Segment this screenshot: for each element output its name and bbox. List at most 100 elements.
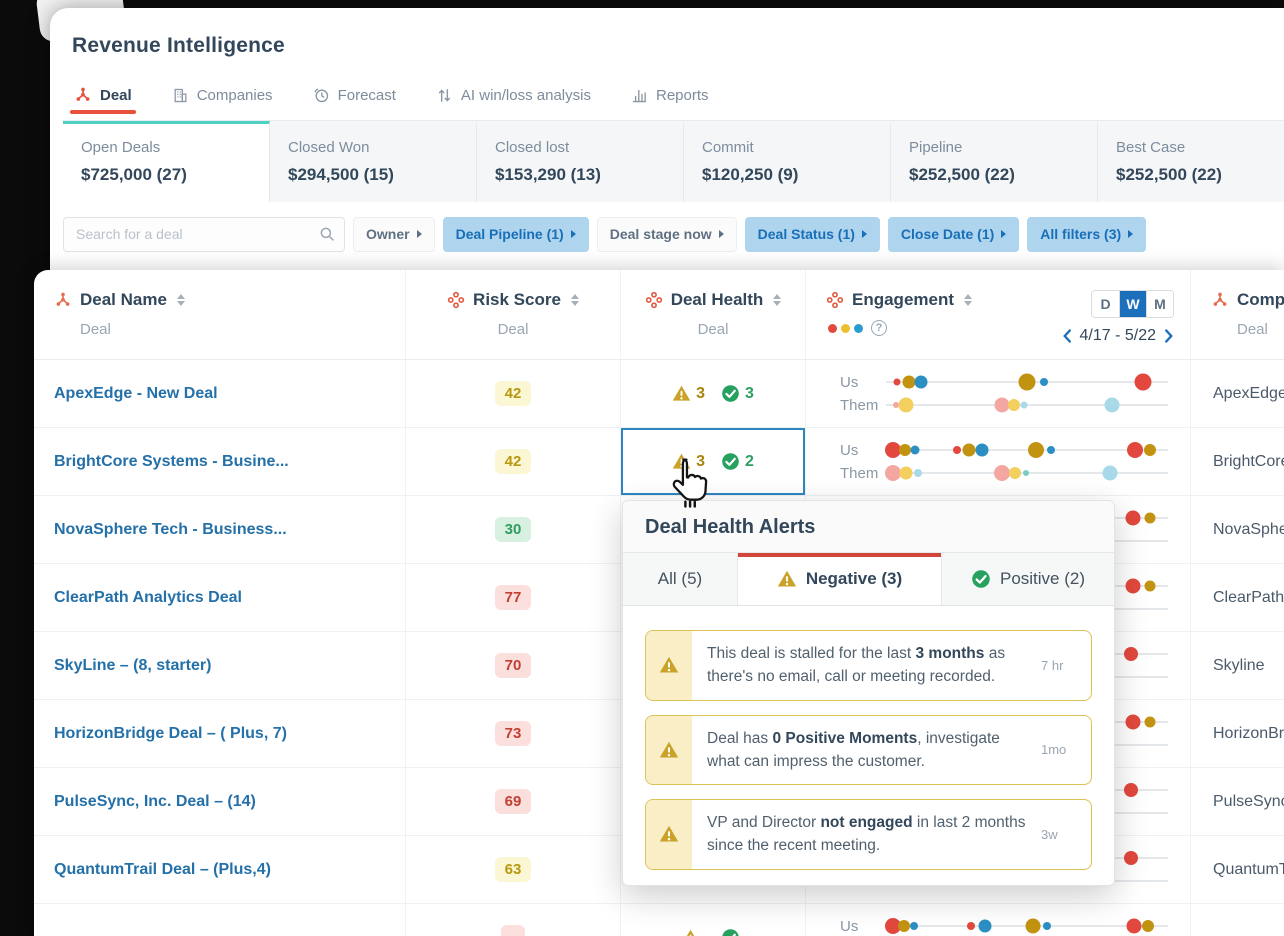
- engagement-dot: [1021, 402, 1028, 409]
- card-label: Commit: [702, 139, 872, 156]
- legend-dot: [854, 324, 863, 333]
- period-M[interactable]: M: [1146, 291, 1173, 317]
- forecast-icon: [313, 87, 330, 104]
- engagement-cell: Us Them: [805, 428, 1190, 495]
- filter-deal-status-1-[interactable]: Deal Status (1): [745, 217, 880, 252]
- summary-card-closed-won[interactable]: Closed Won$294,500 (15): [270, 121, 477, 202]
- engagement-dot: [1103, 466, 1118, 481]
- filter-deal-pipeline-1-[interactable]: Deal Pipeline (1): [443, 217, 589, 252]
- us-label: Us: [840, 374, 886, 391]
- summary-card-best-case[interactable]: Best Case$252,500 (22): [1098, 121, 1284, 202]
- sort-icon[interactable]: [964, 294, 972, 306]
- engagement-dot: [1142, 920, 1154, 932]
- engagement-dot: [1043, 922, 1051, 930]
- company-cell: [1190, 904, 1284, 936]
- help-icon[interactable]: ?: [871, 320, 887, 336]
- deal-name-link[interactable]: BrightCore Systems - Busine...: [54, 453, 289, 471]
- check-icon: [971, 569, 991, 589]
- summary-card-open-deals[interactable]: Open Deals$725,000 (27): [63, 121, 270, 202]
- chevron-right-icon[interactable]: [1163, 328, 1174, 344]
- company-cell: PulseSync: [1190, 768, 1284, 835]
- positive-alerts: 2: [721, 452, 754, 471]
- caret-right-icon: [1001, 230, 1006, 238]
- us-label: Us: [840, 918, 886, 935]
- engagement-dot: [1124, 647, 1138, 661]
- filter-deal-stage-now[interactable]: Deal stage now: [597, 217, 737, 252]
- deal-name-link[interactable]: ClearPath Analytics Deal: [54, 589, 242, 607]
- date-range: 4/17 - 5/22: [1080, 327, 1157, 345]
- them-label: Them: [840, 397, 886, 414]
- company-cell: BrightCore: [1190, 428, 1284, 495]
- company-cell: ApexEdge: [1190, 360, 1284, 427]
- company-cell: NovaSphere: [1190, 496, 1284, 563]
- deal-health-cell[interactable]: 3 3: [620, 360, 805, 427]
- deal-name-link[interactable]: QuantumTrail Deal – (Plus,4): [54, 861, 271, 879]
- summary-card-closed-lost[interactable]: Closed lost$153,290 (13): [477, 121, 684, 202]
- negative-alerts: [681, 928, 705, 936]
- deal-health-cell[interactable]: 3 2: [620, 428, 805, 495]
- filter-close-date-1-[interactable]: Close Date (1): [888, 217, 1019, 252]
- engagement-dot: [898, 920, 910, 932]
- card-label: Closed lost: [495, 139, 665, 156]
- filter-owner[interactable]: Owner: [353, 217, 435, 252]
- column-header-engagement[interactable]: Engagement ? DWM 4/17 - 5/22: [805, 270, 1190, 359]
- column-subtitle: Deal: [498, 321, 529, 338]
- engagement-dot: [963, 444, 976, 457]
- tab-reports[interactable]: Reports: [631, 86, 709, 120]
- card-value: $252,500 (22): [1116, 165, 1284, 185]
- module-icon: [826, 291, 844, 309]
- engagement-dot: [1025, 919, 1040, 934]
- column-header-deal-health[interactable]: Deal Health Deal: [620, 270, 805, 359]
- column-label: Risk Score: [473, 290, 561, 310]
- popup-title: Deal Health Alerts: [623, 501, 1114, 553]
- column-header-deal-name[interactable]: Deal Name Deal: [34, 270, 405, 359]
- popup-tab-negative-3-[interactable]: Negative (3): [738, 553, 942, 605]
- reports-icon: [631, 87, 648, 104]
- filter-all-filters-3-[interactable]: All filters (3): [1027, 217, 1146, 252]
- alert-text: This deal is stalled for the last 3 mont…: [692, 631, 1041, 700]
- deal-health-cell[interactable]: [620, 904, 805, 936]
- tab-companies[interactable]: Companies: [172, 86, 273, 120]
- engagement-dot: [1127, 442, 1143, 458]
- sort-icon[interactable]: [773, 294, 781, 306]
- deal-name-link[interactable]: SkyLine – (8, starter): [54, 657, 211, 675]
- filter-label: All filters (3): [1040, 226, 1121, 242]
- card-label: Pipeline: [909, 139, 1079, 156]
- deal-name-link[interactable]: HorizonBridge Deal – ( Plus, 7): [54, 725, 287, 743]
- filter-label: Close Date (1): [901, 226, 994, 242]
- search-input[interactable]: [63, 217, 345, 252]
- check-icon: [721, 384, 740, 403]
- tab-deal[interactable]: Deal: [74, 86, 132, 120]
- alert-warning-strip: [646, 800, 692, 869]
- alert-warning-strip: [646, 716, 692, 785]
- column-header-risk-score[interactable]: Risk Score Deal: [405, 270, 620, 359]
- summary-card-commit[interactable]: Commit$120,250 (9): [684, 121, 891, 202]
- positive-alerts: [721, 928, 745, 936]
- period-D[interactable]: D: [1092, 291, 1119, 317]
- sort-icon[interactable]: [571, 294, 579, 306]
- deal-name-link[interactable]: ApexEdge - New Deal: [54, 385, 218, 403]
- engagement-dot: [994, 398, 1009, 413]
- deal-name-link[interactable]: PulseSync, Inc. Deal – (14): [54, 793, 256, 811]
- negative-alerts: 3: [672, 384, 705, 403]
- legend-dot: [828, 324, 837, 333]
- search-icon: [318, 225, 336, 248]
- caret-right-icon: [1128, 230, 1133, 238]
- filter-label: Deal stage now: [610, 226, 712, 242]
- engagement-dot: [1124, 783, 1138, 797]
- popup-tab-positive-2-[interactable]: Positive (2): [942, 553, 1114, 605]
- chevron-left-icon[interactable]: [1062, 328, 1073, 344]
- column-label: Deal Name: [80, 290, 167, 310]
- engagement-dot: [1124, 851, 1138, 865]
- module-icon: [645, 291, 663, 309]
- tab-forecast[interactable]: Forecast: [313, 86, 396, 120]
- summary-card-pipeline[interactable]: Pipeline$252,500 (22): [891, 121, 1098, 202]
- engagement-dot: [953, 446, 961, 454]
- period-W[interactable]: W: [1119, 291, 1146, 317]
- tab-ai-win-loss-analysis[interactable]: AI win/loss analysis: [436, 86, 591, 120]
- deal-name-link[interactable]: NovaSphere Tech - Business...: [54, 521, 287, 539]
- column-header-company[interactable]: Company Deal: [1190, 270, 1284, 359]
- sort-icon[interactable]: [177, 294, 185, 306]
- popup-tab-all-5-[interactable]: All (5): [623, 553, 738, 605]
- deal-icon: [74, 86, 92, 104]
